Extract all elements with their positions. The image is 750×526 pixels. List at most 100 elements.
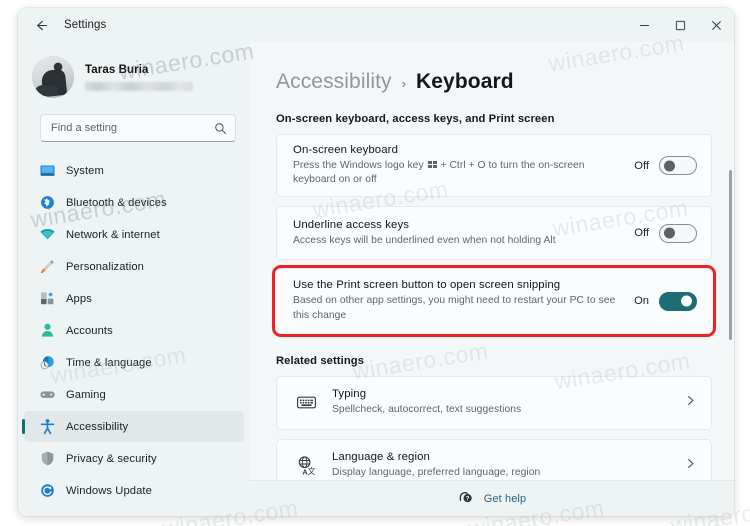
settings-window: Settings Taras Buria Find a setting Syst… — [18, 8, 734, 516]
sidebar-item-label: Gaming — [66, 388, 106, 401]
sidebar-item-system[interactable]: System — [24, 155, 244, 186]
print-screen-snipping-toggle[interactable] — [659, 291, 697, 311]
related-setting-language-region[interactable]: A 文 Language & region Display language, … — [276, 438, 712, 480]
sidebar-item-time-language[interactable]: Time & language — [24, 347, 244, 378]
card-control: Off — [634, 223, 697, 243]
windows-logo-key-icon — [427, 161, 437, 169]
window-controls — [626, 8, 734, 42]
sidebar-item-windows-update[interactable]: Windows Update — [24, 475, 244, 506]
keyboard-icon — [293, 392, 319, 413]
footer: ? Get help — [250, 480, 734, 516]
account-summary[interactable]: Taras Buria — [32, 56, 250, 98]
sidebar-item-personalization[interactable]: Personalization — [24, 251, 244, 282]
minimize-icon — [639, 24, 649, 26]
card-title: Underline access keys — [293, 218, 410, 231]
main-content: Accessibility › Keyboard On-screen keybo… — [250, 42, 734, 516]
settings-scroll-region: Accessibility › Keyboard On-screen keybo… — [250, 42, 734, 480]
breadcrumb-separator-icon: › — [401, 76, 407, 91]
accessibility-icon — [35, 418, 59, 435]
back-arrow-icon — [36, 20, 47, 30]
clock-globe-icon — [35, 354, 59, 371]
app-title: Settings — [64, 19, 107, 31]
get-help-link[interactable]: ? Get help — [458, 489, 526, 509]
section-heading-onscreen-keyboard: On-screen keyboard, access keys, and Pri… — [276, 113, 555, 125]
card-description: Display language, preferred language, re… — [332, 467, 541, 479]
card-title: Language & region — [332, 451, 430, 464]
search-input[interactable] — [51, 122, 203, 134]
sidebar-item-label: Windows Update — [66, 484, 152, 497]
sidebar: Taras Buria Find a setting System Blueto… — [18, 42, 250, 516]
account-name: Taras Buria — [85, 63, 149, 76]
card-title: Use the Print screen button to open scre… — [293, 279, 561, 292]
update-refresh-icon — [35, 482, 59, 499]
page-title: Keyboard — [416, 70, 514, 93]
search-icon — [214, 122, 227, 140]
sidebar-item-label: Bluetooth & devices — [66, 196, 167, 209]
card-title: Typing — [332, 388, 367, 401]
close-button[interactable] — [698, 8, 734, 42]
card-description: Based on other app settings, you might n… — [293, 295, 616, 321]
card-body: Language & region Display language, pref… — [332, 451, 680, 480]
toggle-state-label: Off — [634, 159, 649, 172]
sidebar-item-label: Personalization — [66, 260, 144, 273]
sidebar-item-privacy-security[interactable]: Privacy & security — [24, 443, 244, 474]
person-icon — [35, 322, 59, 339]
card-title: On-screen keyboard — [293, 144, 398, 156]
screenshot-root: Settings Taras Buria Find a setting Syst… — [0, 0, 750, 526]
avatar — [32, 56, 74, 98]
sidebar-item-gaming[interactable]: Gaming — [24, 379, 244, 410]
toggle-knob — [664, 227, 675, 239]
close-icon — [711, 20, 721, 30]
chevron-right-icon — [684, 457, 697, 475]
wifi-icon — [35, 226, 59, 243]
card-body: Typing Spellcheck, autocorrect, text sug… — [332, 388, 680, 417]
account-email-redacted — [85, 81, 193, 91]
sidebar-item-accounts[interactable]: Accounts — [24, 315, 244, 346]
toggle-state-label: On — [634, 295, 649, 308]
sidebar-nav: System Bluetooth & devices Network & int… — [18, 155, 250, 506]
sidebar-item-apps[interactable]: Apps — [24, 283, 244, 314]
sidebar-item-label: Privacy & security — [66, 452, 157, 465]
sidebar-item-bluetooth-devices[interactable]: Bluetooth & devices — [24, 187, 244, 218]
sidebar-item-accessibility[interactable]: Accessibility — [22, 411, 244, 442]
svg-text:文: 文 — [307, 467, 315, 477]
card-body: Use the Print screen button to open scre… — [293, 279, 622, 322]
breadcrumb-parent[interactable]: Accessibility — [276, 70, 392, 94]
on-screen-keyboard-toggle[interactable] — [659, 156, 697, 176]
card-description-before: Press the Windows logo key — [293, 160, 427, 171]
sidebar-item-label: Accounts — [66, 324, 113, 337]
maximize-button[interactable] — [662, 8, 698, 42]
card-body: On-screen keyboard Press the Windows log… — [293, 144, 622, 187]
underline-access-keys-toggle[interactable] — [659, 223, 697, 243]
card-description: Spellcheck, autocorrect, text suggestion… — [332, 404, 522, 416]
account-text: Taras Buria — [85, 64, 193, 91]
shield-icon — [35, 450, 59, 467]
sidebar-item-network-internet[interactable]: Network & internet — [24, 219, 244, 250]
maximize-icon — [675, 20, 685, 30]
vertical-scrollbar[interactable] — [729, 170, 732, 340]
card-control: On — [634, 291, 697, 311]
related-setting-typing[interactable]: Typing Spellcheck, autocorrect, text sug… — [276, 375, 712, 430]
help-question-icon: ? — [458, 489, 473, 509]
section-heading-related-settings: Related settings — [276, 354, 365, 367]
toggle-knob — [664, 160, 675, 172]
card-description: Access keys will be underlined even when… — [293, 234, 556, 246]
chevron-right-icon — [684, 394, 697, 412]
breadcrumb: Accessibility › Keyboard — [276, 70, 734, 94]
toggle-knob — [681, 295, 692, 307]
sidebar-item-label: Apps — [66, 292, 92, 305]
title-bar: Settings — [18, 8, 734, 42]
get-help-label: Get help — [483, 492, 527, 505]
monitor-icon — [35, 162, 59, 179]
sidebar-item-label: Network & internet — [66, 228, 160, 241]
avatar-figure-legs — [36, 85, 59, 97]
bluetooth-icon — [35, 194, 59, 211]
search-box[interactable] — [40, 114, 236, 142]
sidebar-item-label: Accessibility — [66, 420, 129, 433]
minimize-button[interactable] — [626, 8, 662, 42]
gamepad-icon — [35, 386, 59, 403]
back-button[interactable] — [26, 12, 56, 38]
toggle-state-label: Off — [634, 227, 649, 240]
setting-card-underline-access-keys: Underline access keys Access keys will b… — [276, 206, 712, 261]
card-control: Off — [634, 156, 697, 176]
